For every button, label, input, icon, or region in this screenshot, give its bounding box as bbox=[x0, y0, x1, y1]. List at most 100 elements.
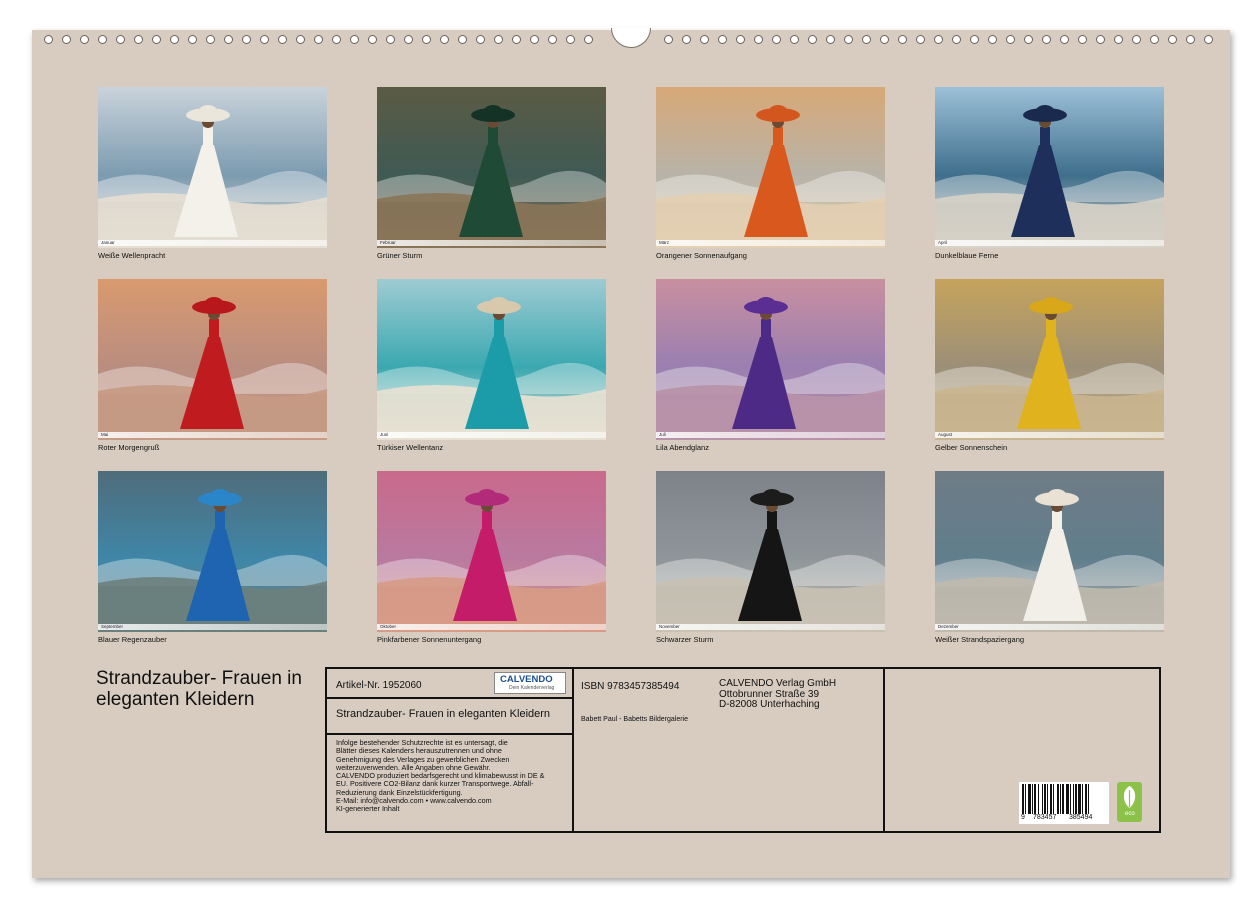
binding-hole bbox=[1204, 35, 1213, 44]
thumbnail-caption: Pinkfarbener Sonnenuntergang bbox=[377, 635, 482, 644]
binding-hole bbox=[368, 35, 377, 44]
mini-calendar-strip: Februar bbox=[377, 240, 606, 246]
mini-calendar-strip: Januar bbox=[98, 240, 327, 246]
legal-line: KI-generierter Inhalt bbox=[336, 804, 400, 814]
month-label: November bbox=[659, 624, 680, 629]
binding-hole bbox=[808, 35, 817, 44]
thumbnail-caption: Weiße Wellenpracht bbox=[98, 251, 166, 260]
thumbnail-caption: Blauer Regenzauber bbox=[98, 635, 167, 644]
beach-woman-illustration bbox=[935, 279, 1164, 440]
month-label: Juni bbox=[380, 432, 389, 437]
divider bbox=[327, 697, 572, 699]
barcode: 9 783457 385494 bbox=[1019, 782, 1109, 824]
binding-hole bbox=[350, 35, 359, 44]
thumbnail-caption: Weißer Strandspaziergang bbox=[935, 635, 1025, 644]
month-thumbnail: Dezember bbox=[935, 471, 1164, 632]
binding-hole bbox=[1114, 35, 1123, 44]
month-label: April bbox=[938, 240, 948, 245]
month-thumbnail: Januar bbox=[98, 87, 327, 248]
binding-hole bbox=[44, 35, 53, 44]
divider bbox=[572, 669, 574, 831]
binding-hole bbox=[458, 35, 467, 44]
month-label: August bbox=[938, 432, 953, 437]
binding-hole bbox=[134, 35, 143, 44]
binding-hole bbox=[682, 35, 691, 44]
isbn: ISBN 9783457385494 bbox=[581, 681, 680, 692]
leaf-icon bbox=[1123, 786, 1136, 808]
beach-woman-illustration bbox=[935, 87, 1164, 248]
mini-calendar-strip: Oktober bbox=[377, 624, 606, 630]
binding-hole bbox=[476, 35, 485, 44]
binding-hole bbox=[934, 35, 943, 44]
product-subtitle: Strandzauber- Frauen in eleganten Kleide… bbox=[336, 708, 551, 720]
thumbnail-caption: Türkiser Wellentanz bbox=[377, 443, 444, 452]
mini-calendar-strip: Dezember bbox=[935, 624, 1164, 630]
mini-calendar-strip: August bbox=[935, 432, 1164, 438]
binding-hole bbox=[664, 35, 673, 44]
calvendo-logo: CALVENDO Dein Kalenderverlag bbox=[494, 672, 566, 694]
binding-hole bbox=[80, 35, 89, 44]
mini-calendar-strip: September bbox=[98, 624, 327, 630]
month-label: Oktober bbox=[380, 624, 397, 629]
divider bbox=[883, 669, 885, 831]
binding-hole bbox=[260, 35, 269, 44]
binding-hole bbox=[62, 35, 71, 44]
beach-woman-illustration bbox=[98, 87, 327, 248]
binding-hole bbox=[1168, 35, 1177, 44]
month-thumbnail: Februar bbox=[377, 87, 606, 248]
binding-hole bbox=[584, 35, 593, 44]
thumbnail-caption: Dunkelblaue Ferne bbox=[935, 251, 999, 260]
binding-hole bbox=[1060, 35, 1069, 44]
binding-hole bbox=[278, 35, 287, 44]
article-number: Artikel-Nr. 1952060 bbox=[336, 680, 422, 691]
binding-hole bbox=[700, 35, 709, 44]
binding-hole bbox=[386, 35, 395, 44]
binding-hole bbox=[790, 35, 799, 44]
binding-hole bbox=[898, 35, 907, 44]
barcode-digit-left: 9 bbox=[1021, 814, 1025, 821]
month-thumbnail: September bbox=[98, 471, 327, 632]
binding-hole bbox=[988, 35, 997, 44]
beach-woman-illustration bbox=[377, 471, 606, 632]
month-thumbnail: Mai bbox=[98, 279, 327, 440]
binding-hole bbox=[566, 35, 575, 44]
binding-hole bbox=[880, 35, 889, 44]
thumbnail-caption: Grüner Sturm bbox=[377, 251, 423, 260]
binding-hole bbox=[952, 35, 961, 44]
binding-hole bbox=[98, 35, 107, 44]
beach-woman-illustration bbox=[98, 471, 327, 632]
binding-hole bbox=[242, 35, 251, 44]
binding-hole bbox=[548, 35, 557, 44]
month-thumbnail: Juli bbox=[656, 279, 885, 440]
barcode-bars bbox=[1022, 784, 1089, 814]
binding-hole bbox=[1186, 35, 1195, 44]
thumbnail-caption: Lila Abendglanz bbox=[656, 443, 709, 452]
mini-calendar-strip: Juni bbox=[377, 432, 606, 438]
author: Babett Paul - Babetts Bildergalerie bbox=[581, 716, 689, 723]
month-label: Februar bbox=[380, 240, 396, 245]
month-thumbnail: April bbox=[935, 87, 1164, 248]
beach-woman-illustration bbox=[377, 279, 606, 440]
mini-calendar-strip: Juli bbox=[656, 432, 885, 438]
month-thumbnail: Juni bbox=[377, 279, 606, 440]
binding-hole bbox=[152, 35, 161, 44]
month-thumbnail: Oktober bbox=[377, 471, 606, 632]
binding-hole bbox=[916, 35, 925, 44]
divider bbox=[327, 733, 572, 735]
eco-badge: eco bbox=[1117, 782, 1142, 822]
barcode-digits-mid: 783457 bbox=[1033, 814, 1057, 821]
binding-hole bbox=[736, 35, 745, 44]
binding-hole bbox=[530, 35, 539, 44]
binding-hole bbox=[404, 35, 413, 44]
mini-calendar-strip: Mai bbox=[98, 432, 327, 438]
binding-hole bbox=[512, 35, 521, 44]
binding-hole bbox=[224, 35, 233, 44]
thumbnail-caption: Schwarzer Sturm bbox=[656, 635, 714, 644]
binding-hole bbox=[1078, 35, 1087, 44]
month-label: März bbox=[659, 240, 669, 245]
binding-hole bbox=[970, 35, 979, 44]
month-label: Januar bbox=[101, 240, 115, 245]
calendar-title: Strandzauber- Frauen in eleganten Kleide… bbox=[96, 668, 302, 710]
binding-hole bbox=[1150, 35, 1159, 44]
thumbnail-caption: Roter Morgengruß bbox=[98, 443, 160, 452]
